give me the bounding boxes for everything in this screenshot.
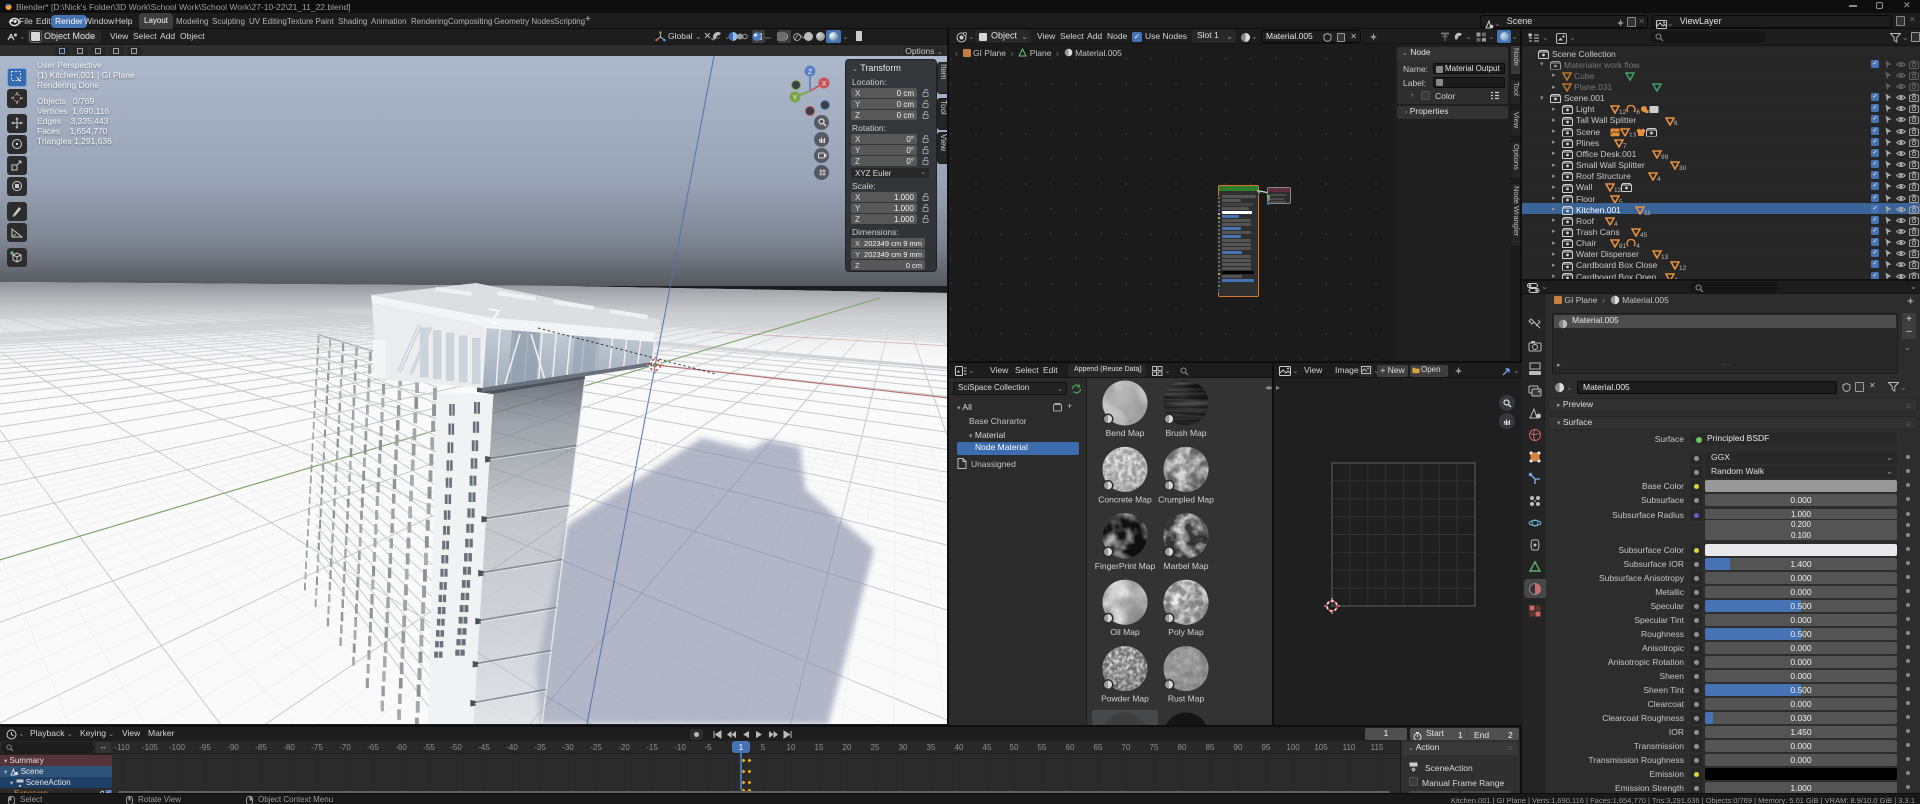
svg-text:Y: Y — [793, 95, 798, 102]
svg-text:Bend Map: Bend Map — [1106, 428, 1145, 438]
svg-text:Brush Map: Brush Map — [1165, 428, 1206, 438]
svg-text:FingerPrint Map: FingerPrint Map — [1095, 561, 1156, 571]
svg-text:Rust Map: Rust Map — [1168, 694, 1205, 704]
svg-text:Crumpled Map: Crumpled Map — [1158, 494, 1214, 504]
svg-text:Powder Map: Powder Map — [1101, 694, 1149, 704]
svg-text:Concrete Map: Concrete Map — [1098, 494, 1152, 504]
svg-text:Poly Map: Poly Map — [1168, 627, 1204, 637]
svg-text:X: X — [822, 81, 827, 88]
svg-text:Oil Map: Oil Map — [1110, 627, 1140, 637]
svg-text:Marbel Map: Marbel Map — [1164, 561, 1209, 571]
svg-text:Z: Z — [808, 69, 813, 76]
